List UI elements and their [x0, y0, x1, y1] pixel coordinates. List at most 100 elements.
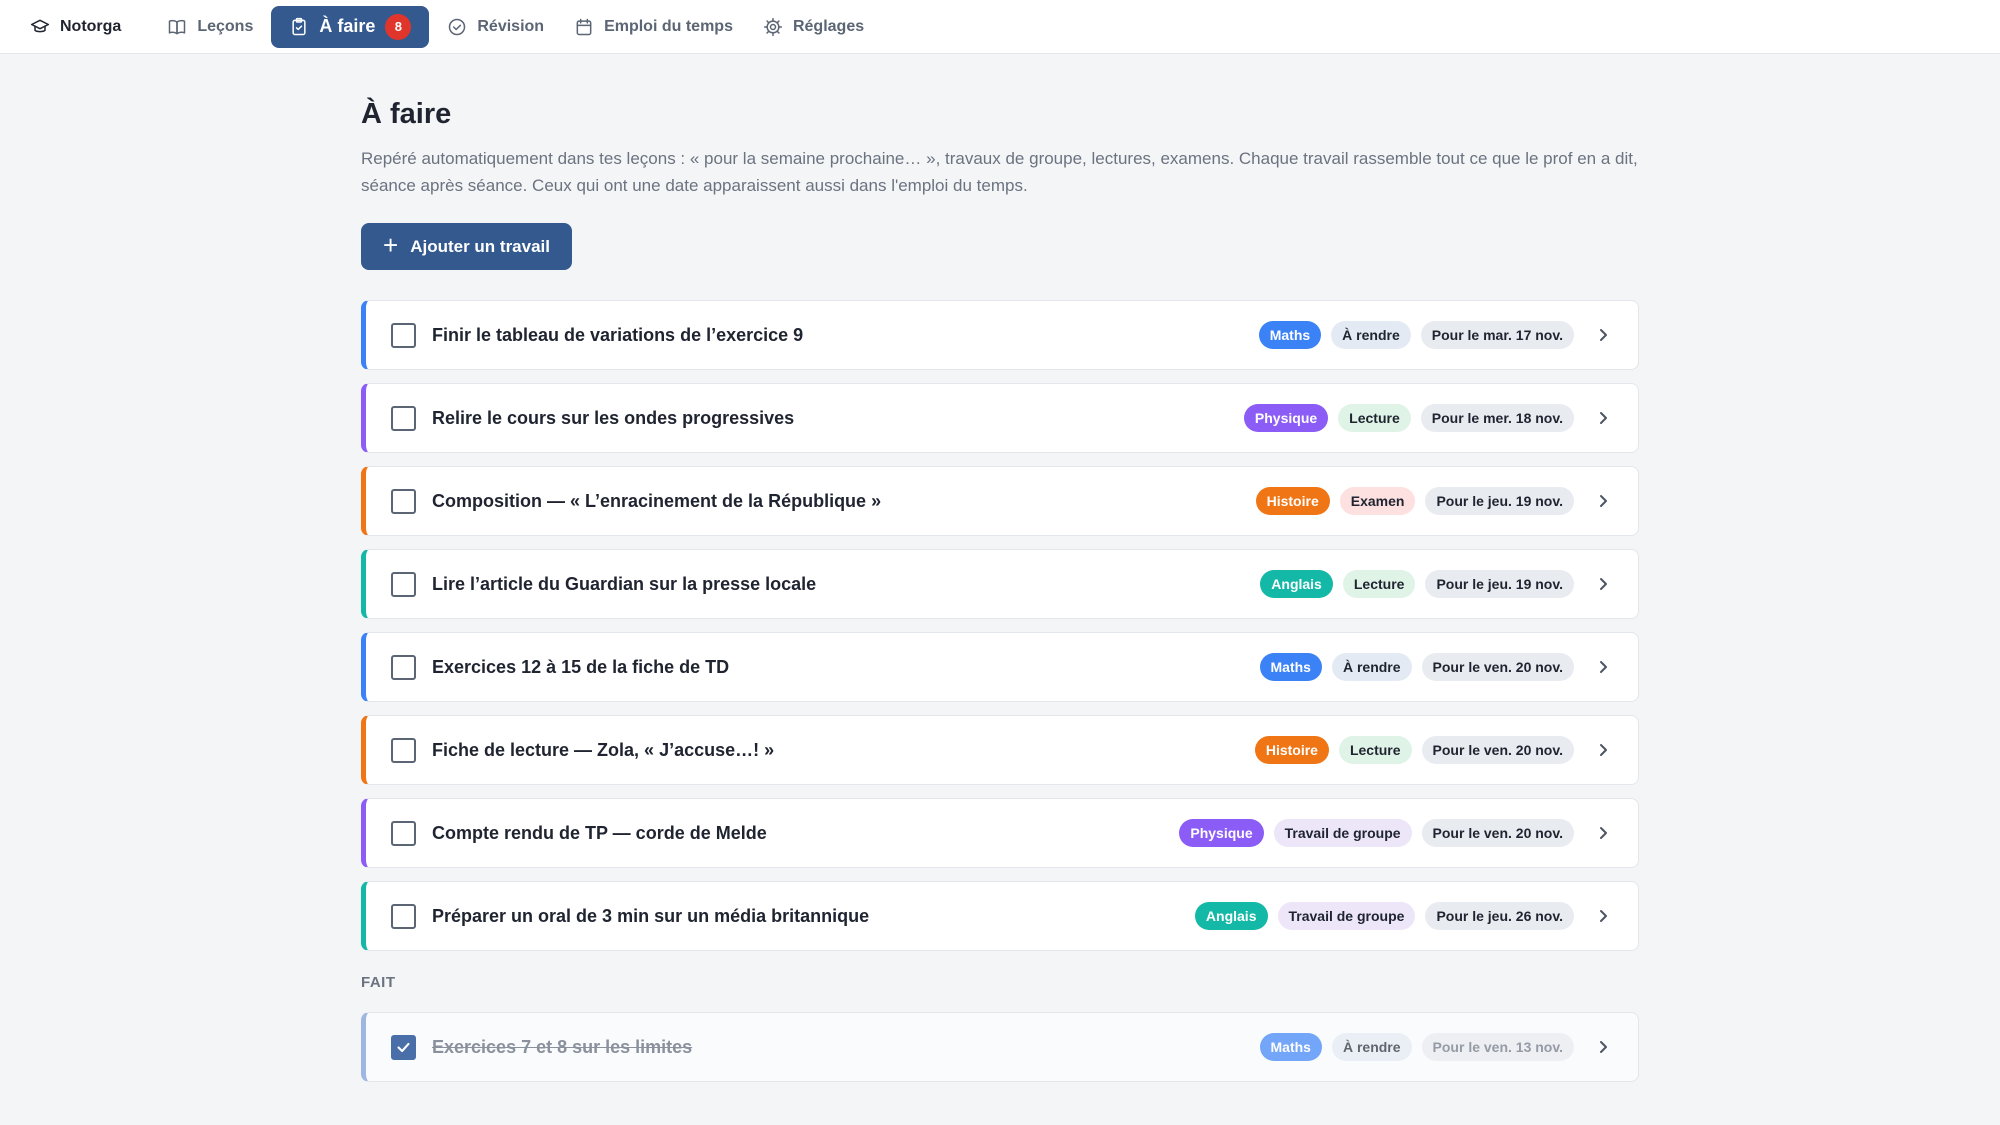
task-tags: Histoire Examen Pour le jeu. 19 nov.	[1246, 487, 1574, 515]
chevron-right-icon[interactable]	[1596, 1040, 1610, 1054]
graduation-cap-icon	[30, 19, 50, 32]
subject-tag: Histoire	[1255, 487, 1330, 515]
task-row[interactable]: Compte rendu de TP — corde de Melde Physi…	[361, 798, 1639, 868]
task-title: Relire le cours sur les ondes progressiv…	[432, 407, 795, 428]
task-title: Compte rendu de TP — corde de Melde	[432, 822, 767, 843]
task-checkbox[interactable]	[391, 737, 416, 763]
subject-tag: Histoire	[1254, 736, 1329, 764]
chevron-right-icon[interactable]	[1596, 826, 1610, 840]
due-date-tag: Pour le mer. 18 nov.	[1420, 404, 1574, 432]
subject-tag: Physique	[1179, 819, 1264, 847]
calendar-icon	[576, 18, 592, 35]
task-tags: Maths À rendre Pour le ven. 13 nov.	[1250, 1033, 1574, 1061]
task-checkbox[interactable]	[391, 903, 416, 929]
task-title: Fiche de lecture — Zola, « J’accuse…! »	[432, 739, 775, 760]
type-tag: Travail de groupe	[1273, 819, 1412, 847]
nav-item-label: Révision	[477, 17, 545, 35]
task-checkbox[interactable]	[391, 322, 416, 348]
task-checkbox[interactable]	[391, 820, 416, 846]
task-tags: Physique Travail de groupe Pour le ven. 20…	[1169, 819, 1574, 847]
task-checkbox[interactable]	[391, 654, 416, 680]
task-title: Lire l’article du Guardian sur la presse…	[432, 573, 817, 594]
subject-tag: Maths	[1259, 653, 1322, 681]
task-row[interactable]: Relire le cours sur les ondes progressiv…	[361, 383, 1639, 453]
chevron-right-icon[interactable]	[1596, 743, 1610, 757]
task-list: Finir le tableau de variations de l’exer…	[361, 300, 1639, 951]
type-tag: Lecture	[1338, 736, 1412, 764]
check-circle-icon	[449, 18, 466, 35]
due-date-tag: Pour le ven. 20 nov.	[1421, 819, 1574, 847]
chevron-right-icon[interactable]	[1596, 328, 1610, 342]
type-tag: À rendre	[1331, 653, 1412, 681]
due-date-tag: Pour le ven. 20 nov.	[1421, 653, 1574, 681]
task-checkbox[interactable]	[391, 405, 416, 431]
task-row[interactable]: Finir le tableau de variations de l’exer…	[361, 300, 1639, 370]
subject-tag: Anglais	[1260, 570, 1333, 598]
add-task-button[interactable]: + Ajouter un travail	[361, 223, 572, 270]
due-date-tag: Pour le jeu. 26 nov.	[1425, 902, 1574, 930]
task-row[interactable]: Composition — « L’enracinement de la Rép…	[361, 466, 1639, 536]
due-date-tag: Pour le ven. 13 nov.	[1421, 1033, 1574, 1061]
top-navbar: Notorga Leçons À faire 8 Révision Emploi…	[0, 0, 2000, 54]
todo-count-badge: 8	[385, 13, 412, 40]
check-icon	[397, 1042, 410, 1052]
subject-tag: Maths	[1258, 321, 1322, 349]
task-title: Préparer un oral de 3 min sur un média b…	[432, 905, 870, 926]
task-title: Exercices 7 et 8 sur les limites	[432, 1036, 693, 1057]
type-tag: Lecture	[1342, 570, 1416, 598]
task-checkbox[interactable]	[391, 488, 416, 514]
due-date-tag: Pour le mar. 17 nov.	[1420, 321, 1574, 349]
nav-item-reglages[interactable]: Réglages	[751, 6, 876, 48]
task-row[interactable]: Préparer un oral de 3 min sur un média b…	[361, 881, 1639, 951]
nav-item-emploi-du-temps[interactable]: Emploi du temps	[562, 6, 745, 48]
main-content: À faire Repéré automatiquement dans tes …	[361, 54, 1639, 1095]
nav-item-label: Réglages	[792, 17, 865, 35]
task-tags: Anglais Travail de groupe Pour le jeu. 26 …	[1185, 902, 1574, 930]
clipboard-check-icon	[292, 17, 306, 35]
task-checkbox-checked[interactable]	[391, 1034, 416, 1060]
task-row[interactable]: Lire l’article du Guardian sur la presse…	[361, 549, 1639, 619]
done-task-list: Exercices 7 et 8 sur les limites Maths À r…	[361, 1012, 1639, 1082]
nav-item-label: Emploi du temps	[604, 17, 733, 35]
page-intro: Repéré automatiquement dans tes leçons :…	[361, 149, 1638, 195]
due-date-tag: Pour le jeu. 19 nov.	[1425, 487, 1574, 515]
task-row[interactable]: Exercices 7 et 8 sur les limites Maths À r…	[361, 1012, 1639, 1082]
page-title: À faire	[361, 98, 452, 130]
type-tag: Travail de groupe	[1277, 902, 1416, 930]
task-title: Composition — « L’enracinement de la Rép…	[432, 490, 882, 511]
gear-icon	[763, 17, 783, 36]
due-date-tag: Pour le ven. 20 nov.	[1421, 736, 1574, 764]
subject-tag: Anglais	[1194, 902, 1268, 930]
brand[interactable]: Notorga	[18, 6, 133, 48]
task-row[interactable]: Fiche de lecture — Zola, « J’accuse…! » H…	[361, 715, 1639, 785]
due-date-tag: Pour le jeu. 19 nov.	[1425, 570, 1574, 598]
subject-tag: Physique	[1243, 404, 1329, 432]
task-tags: Maths À rendre Pour le ven. 20 nov.	[1250, 653, 1574, 681]
nav-item-label: À faire	[319, 16, 376, 36]
done-section-label: FAIT	[361, 974, 396, 991]
add-task-label: Ajouter un travail	[410, 236, 550, 256]
type-tag: À rendre	[1331, 1033, 1412, 1061]
task-tags: Maths À rendre Pour le mar. 17 nov.	[1249, 321, 1574, 349]
brand-label: Notorga	[60, 17, 122, 35]
task-tags: Histoire Lecture Pour le ven. 20 nov.	[1245, 736, 1574, 764]
task-checkbox[interactable]	[391, 571, 416, 597]
nav-item-revision[interactable]: Révision	[435, 6, 556, 48]
nav-item-lecons[interactable]: Leçons	[155, 6, 265, 48]
book-icon	[169, 19, 186, 34]
chevron-right-icon[interactable]	[1596, 660, 1610, 674]
nav-item-a-faire[interactable]: À faire 8	[271, 5, 430, 48]
task-tags: Anglais Lecture Pour le jeu. 19 nov.	[1250, 570, 1574, 598]
nav-item-label: Leçons	[197, 17, 254, 35]
plus-icon: +	[383, 230, 399, 260]
chevron-right-icon[interactable]	[1596, 577, 1610, 591]
task-title: Exercices 12 à 15 de la fiche de TD	[432, 656, 730, 677]
chevron-right-icon[interactable]	[1596, 411, 1610, 425]
task-tags: Physique Lecture Pour le mer. 18 nov.	[1234, 404, 1574, 432]
chevron-right-icon[interactable]	[1596, 494, 1610, 508]
task-title: Finir le tableau de variations de l’exer…	[432, 324, 804, 345]
subject-tag: Maths	[1259, 1033, 1322, 1061]
chevron-right-icon[interactable]	[1596, 909, 1610, 923]
task-row[interactable]: Exercices 12 à 15 de la fiche de TD Maths…	[361, 632, 1639, 702]
type-tag: À rendre	[1331, 321, 1411, 349]
